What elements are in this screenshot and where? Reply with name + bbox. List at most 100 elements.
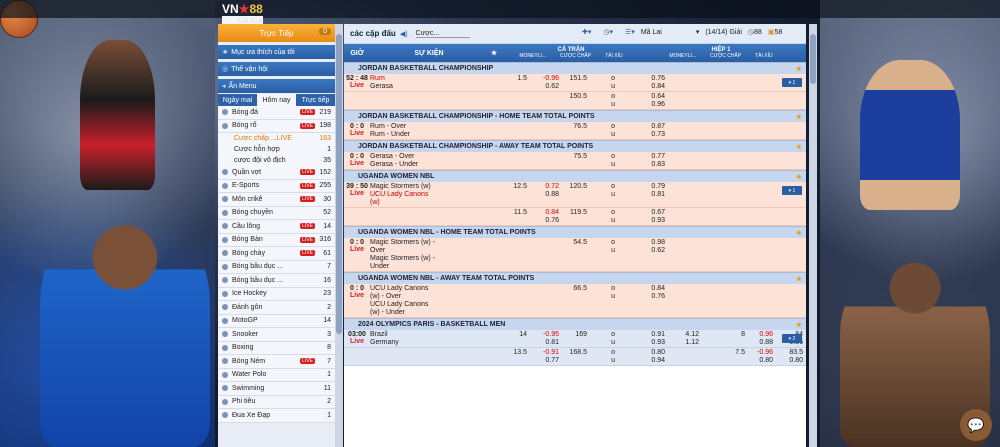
sidebar-item-count: 7 — [327, 357, 331, 365]
sidebar-item[interactable]: Ice Hockey 23 — [218, 287, 335, 301]
odds-value[interactable]: 0.76 — [638, 75, 665, 83]
tab-live[interactable]: Trực tiếp — [296, 94, 335, 106]
favorites-header[interactable]: ★ Mục ưa thích của tôi — [218, 45, 335, 59]
sidebar-item[interactable]: Bóng chuyền 52 — [218, 206, 335, 220]
odds-value[interactable]: 0.94 — [638, 357, 665, 365]
sidebar-item[interactable]: Cược hỗn hợp 1 — [218, 144, 335, 155]
favorite-star-icon[interactable]: ★ — [796, 275, 802, 283]
tab-today[interactable]: Hôm nay — [257, 94, 296, 106]
live-button[interactable]: Trực Tiếp 0 — [218, 24, 335, 42]
league-header[interactable]: 2024 OLYMPICS PARIS - BASKETBALL MEN ★ — [344, 318, 806, 330]
sidebar-item[interactable]: cược đội vô địch 35 — [218, 155, 335, 166]
odds-value[interactable]: 1.12 — [668, 339, 699, 347]
odds-value[interactable]: 0.93 — [638, 217, 665, 225]
scroll-thumb[interactable] — [336, 34, 342, 334]
odds-value[interactable]: 0.93 — [638, 339, 665, 347]
sort-icon[interactable]: ☰▾ — [625, 28, 635, 36]
odds-value[interactable]: 0.96 — [638, 101, 665, 109]
sidebar-item[interactable]: Bóng Ném LIVE 7 — [218, 355, 335, 369]
sidebar-item[interactable]: Bóng Bàn LIVE 316 — [218, 233, 335, 247]
odds-value[interactable]: 0.62 — [638, 247, 665, 255]
odds-value[interactable]: 0.84 — [638, 285, 665, 293]
olympics-header[interactable]: ◎ Thể vận hội — [218, 62, 335, 76]
league-header[interactable]: UGANDA WOMEN NBL - HOME TEAM TOTAL POINT… — [344, 226, 806, 238]
sidebar-item[interactable]: Môn crikê LIVE 30 — [218, 193, 335, 207]
favorite-star-icon[interactable]: ★ — [796, 321, 802, 329]
odds-value[interactable]: 0.77 — [530, 357, 559, 365]
tab-tomorrow[interactable]: Ngày mai — [218, 94, 257, 106]
sidebar-item[interactable]: MotoGP 14 — [218, 314, 335, 328]
sidebar-item[interactable]: Water Polo 1 — [218, 368, 335, 382]
favorite-star-icon[interactable]: ★ — [796, 173, 802, 181]
sidebar-item[interactable]: Swimming 11 — [218, 382, 335, 396]
favorite-star-icon[interactable]: ★ — [796, 113, 802, 121]
sports-sidebar: Trực Tiếp 0 ★ Mục ưa thích của tôi ◎ Thể v… — [218, 24, 335, 447]
expand-button[interactable]: ▾ 2 — [782, 334, 802, 343]
odds-value[interactable]: -0.95 — [530, 331, 559, 339]
odds-value[interactable]: 0.67 — [638, 209, 665, 217]
league-header[interactable]: JORDAN BASKETBALL CHAMPIONSHIP - AWAY TE… — [344, 140, 806, 152]
sidebar-item[interactable]: Cược chấp ... LIVE 163 — [218, 133, 335, 144]
league-header[interactable]: UGANDA WOMEN NBL - AWAY TEAM TOTAL POINT… — [344, 272, 806, 284]
league-header[interactable]: JORDAN BASKETBALL CHAMPIONSHIP ★ — [344, 62, 806, 74]
speaker-icon[interactable]: ◀) — [400, 30, 408, 38]
odds-value[interactable]: 0.76 — [638, 293, 665, 301]
plus-icon[interactable]: ✚▾ — [582, 28, 591, 36]
sidebar-item[interactable]: Quần vợt LIVE 152 — [218, 166, 335, 180]
scroll-thumb[interactable] — [810, 34, 816, 84]
odds-value[interactable]: 0.84 — [530, 209, 559, 217]
sidebar-item[interactable]: Bóng chày LIVE 61 — [218, 247, 335, 261]
expand-button[interactable]: ▾ 1 — [782, 78, 802, 87]
league-header[interactable]: UGANDA WOMEN NBL ★ — [344, 170, 806, 182]
sidebar-scrollbar[interactable] — [335, 24, 343, 447]
expand-button[interactable]: ▾ 1 — [782, 186, 802, 195]
sidebar-item[interactable]: Bóng bầu dục ... 16 — [218, 274, 335, 288]
odds-value[interactable]: 0.80 — [776, 357, 803, 365]
odds-value[interactable]: 0.80 — [748, 357, 773, 365]
sidebar-item[interactable]: Bóng đá LIVE 219 — [218, 106, 335, 120]
odds-value[interactable]: -0.96 — [748, 349, 773, 357]
odds-value[interactable]: 0.98 — [638, 239, 665, 247]
sidebar-item[interactable]: Đua Xe Đạp 1 — [218, 409, 335, 423]
odds-value[interactable]: 0.62 — [530, 83, 559, 91]
odds-value[interactable]: 0.73 — [638, 131, 665, 139]
sidebar-item[interactable]: Boxing 8 — [218, 341, 335, 355]
odds-value[interactable]: 0.72 — [530, 183, 559, 191]
odds-value[interactable]: 4.12 — [668, 331, 699, 339]
odds-value[interactable]: 0.76 — [530, 217, 559, 225]
odds-value[interactable]: 0.84 — [638, 83, 665, 91]
odds-value[interactable]: 0.83 — [638, 161, 665, 169]
odds-value[interactable]: -0.96 — [530, 75, 559, 83]
chat-icon[interactable]: 💬 — [960, 409, 992, 441]
sidebar-item[interactable]: Bóng bầu dục ... 7 — [218, 260, 335, 274]
odds-value[interactable]: 0.88 — [530, 191, 559, 199]
favorite-star-icon[interactable]: ★ — [796, 143, 802, 151]
odds-value[interactable]: 0.77 — [638, 153, 665, 161]
odds-value[interactable]: 0.91 — [638, 331, 665, 339]
favorite-star-icon[interactable]: ★ — [796, 229, 802, 237]
odds-value[interactable]: 0.81 — [530, 339, 559, 347]
odds-value[interactable]: 0.81 — [638, 191, 665, 199]
odds-value[interactable]: 0.79 — [638, 183, 665, 191]
c58-icon[interactable]: ▣ — [768, 28, 775, 36]
sidebar-item[interactable]: Snooker 3 — [218, 328, 335, 342]
odds-value[interactable]: -0.91 — [530, 349, 559, 357]
league-header[interactable]: JORDAN BASKETBALL CHAMPIONSHIP - HOME TE… — [344, 110, 806, 122]
sidebar-item[interactable]: Cầu lông LIVE 14 — [218, 220, 335, 234]
odds-value[interactable]: 0.96 — [748, 331, 773, 339]
odds-value[interactable]: 0.80 — [638, 349, 665, 357]
odds-type-select[interactable]: Mã Lai — [641, 29, 696, 36]
odds-value[interactable]: 0.87 — [638, 123, 665, 131]
main-scrollbar[interactable] — [809, 24, 817, 447]
sidebar-item[interactable]: Bóng rổ LIVE 198 — [218, 119, 335, 133]
sidebar-item[interactable]: Phi tiêu 2 — [218, 395, 335, 409]
odds-select[interactable]: Cược... — [415, 30, 470, 38]
league-count[interactable]: (14/14) Giải — [705, 29, 742, 36]
hide-menu-header[interactable]: ◂ Ẩn Menu — [218, 79, 335, 93]
favorite-star-icon[interactable]: ★ — [796, 65, 802, 73]
sidebar-item[interactable]: E-Sports LIVE 255 — [218, 179, 335, 193]
odds-value[interactable]: 0.64 — [638, 93, 665, 101]
odds-value[interactable]: 0.88 — [748, 339, 773, 347]
sidebar-item[interactable]: Đánh gôn 2 — [218, 301, 335, 315]
clock-icon[interactable]: ◷▾ — [603, 28, 613, 36]
